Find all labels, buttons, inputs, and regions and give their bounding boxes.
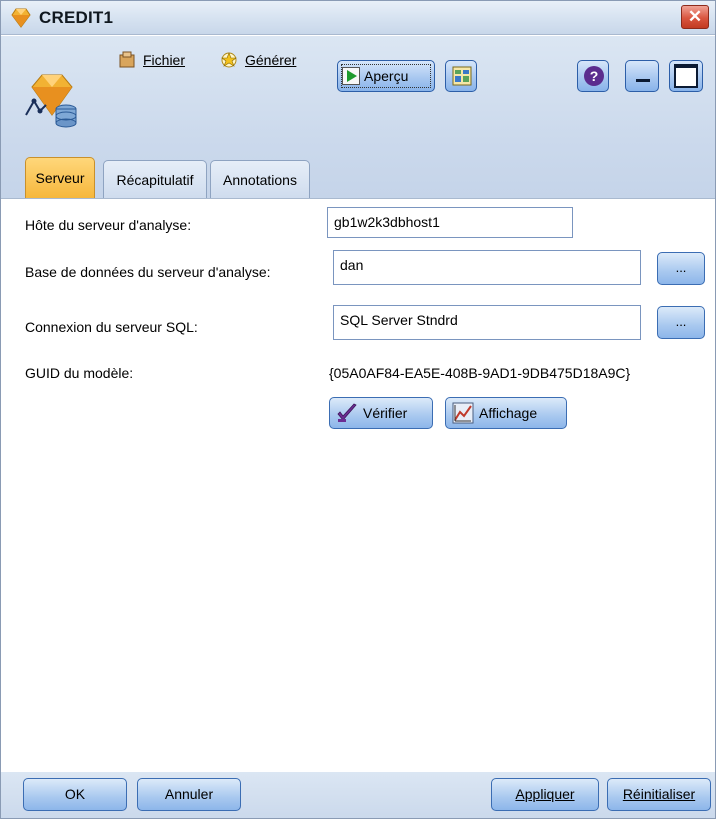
cancel-button[interactable]: Annuler	[137, 778, 241, 811]
apercu-focus-frame: Aperçu	[341, 64, 431, 88]
apercu-label: Aperçu	[364, 68, 409, 84]
apercu-button[interactable]: Aperçu	[337, 60, 435, 92]
dialog-footer: OK Annuler Appliquer Réinitialiser	[1, 772, 715, 818]
toolbar-band: Fichier Générer Aperçu ?	[1, 36, 715, 140]
tab-serveur[interactable]: Serveur	[25, 157, 95, 198]
tab-annotations[interactable]: Annotations	[210, 160, 310, 198]
display-button[interactable]: Affichage	[445, 397, 567, 429]
display-label: Affichage	[479, 405, 538, 421]
reset-button[interactable]: Réinitialiser	[607, 778, 711, 811]
verify-label: Vérifier	[363, 405, 408, 421]
model-window: CREDIT1 ✕ Fichier Générer Aperçu ? Serve…	[0, 0, 716, 819]
server-tab-panel: Hôte du serveur d'analyse: gb1w2k3dbhost…	[1, 198, 715, 772]
sql-connection-label: Connexion du serveur SQL:	[25, 319, 198, 335]
help-button[interactable]: ?	[577, 60, 609, 92]
export-button[interactable]	[445, 60, 477, 92]
help-icon: ?	[584, 66, 604, 86]
host-field[interactable]: gb1w2k3dbhost1	[327, 207, 573, 238]
database-field[interactable]: dan	[333, 250, 641, 285]
model-nugget-icon	[25, 74, 77, 128]
generer-menu[interactable]: Générer	[219, 45, 296, 75]
tab-label: Récapitulatif	[116, 171, 194, 188]
tab-recapitulatif[interactable]: Récapitulatif	[103, 160, 207, 198]
file-menu-icon	[119, 51, 135, 68]
minimize-icon	[636, 79, 650, 82]
host-label: Hôte du serveur d'analyse:	[25, 217, 192, 233]
chart-view-icon	[452, 402, 474, 424]
guid-value: {05A0AF84-EA5E-408B-9AD1-9DB475D18A9C}	[329, 365, 631, 381]
generer-label: Générer	[245, 52, 297, 68]
ok-button[interactable]: OK	[23, 778, 127, 811]
maximize-button[interactable]	[669, 60, 703, 92]
sql-connection-field[interactable]: SQL Server Stndrd	[333, 305, 641, 340]
fichier-label: Fichier	[143, 52, 186, 68]
checkmark-icon	[337, 403, 357, 422]
guid-label: GUID du modèle:	[25, 365, 134, 381]
close-icon: ✕	[687, 7, 703, 26]
fichier-menu[interactable]: Fichier	[117, 45, 185, 75]
preview-play-icon	[342, 67, 360, 85]
tab-label: Annotations	[223, 171, 297, 188]
close-button[interactable]: ✕	[681, 5, 709, 29]
sql-browse-button[interactable]: ...	[657, 306, 705, 339]
export-table-icon	[452, 66, 472, 86]
window-title: CREDIT1	[39, 8, 114, 27]
verify-button[interactable]: Vérifier	[329, 397, 433, 429]
apply-button[interactable]: Appliquer	[491, 778, 599, 811]
minimize-button[interactable]	[625, 60, 659, 92]
generate-icon	[221, 52, 237, 68]
database-browse-button[interactable]: ...	[657, 252, 705, 285]
tab-label: Serveur	[35, 170, 85, 186]
tab-strip: Serveur Récapitulatif Annotations	[1, 140, 715, 198]
maximize-icon	[674, 64, 698, 88]
database-label: Base de données du serveur d'analyse:	[25, 264, 271, 280]
model-diamond-icon	[11, 8, 31, 28]
title-bar[interactable]: CREDIT1 ✕	[1, 1, 715, 35]
